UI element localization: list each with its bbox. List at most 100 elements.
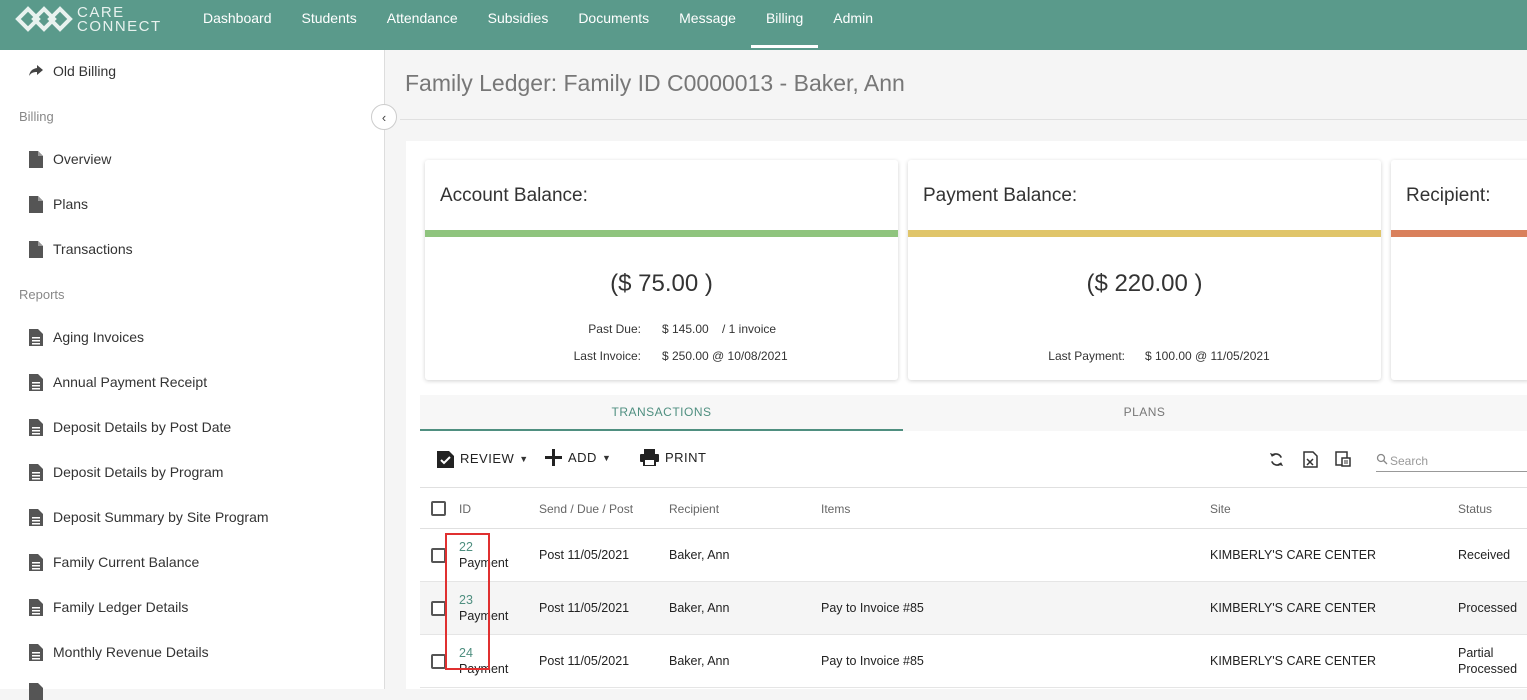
- nav-subsidies[interactable]: Subsidies: [473, 0, 564, 50]
- past-due-count: / 1 invoice: [722, 322, 777, 336]
- sidebar: Old Billing Billing Overview Plans Trans…: [0, 50, 385, 700]
- transaction-site: KIMBERLY'S CARE CENTER: [1210, 548, 1377, 562]
- sidebar-item-transactions[interactable]: Transactions: [27, 240, 133, 258]
- header-recipient[interactable]: Recipient: [669, 502, 719, 516]
- document-icon: [27, 418, 45, 436]
- document-icon: [27, 643, 45, 661]
- sidebar-item-label: Monthly Revenue Details: [53, 644, 209, 660]
- transaction-date: Post 11/05/2021: [539, 548, 630, 562]
- table-row[interactable]: 23 Payment Post 11/05/2021 Baker, Ann Pa…: [420, 582, 1527, 635]
- nav-message[interactable]: Message: [664, 0, 751, 50]
- transaction-items: Pay to Invoice #85: [821, 601, 924, 615]
- review-button[interactable]: REVIEW ▼: [437, 449, 529, 468]
- nav-billing[interactable]: Billing: [750, 0, 819, 50]
- column-chooser-icon[interactable]: [1334, 450, 1352, 468]
- card-accent-bar: [1391, 230, 1527, 237]
- refresh-icon[interactable]: [1267, 450, 1285, 468]
- transaction-site: KIMBERLY'S CARE CENTER: [1210, 601, 1377, 615]
- sidebar-item-deposit-details-post-date[interactable]: Deposit Details by Post Date: [27, 418, 231, 436]
- export-excel-icon[interactable]: [1301, 450, 1319, 468]
- chevron-left-icon: ‹: [381, 109, 387, 125]
- top-navbar: CARE CONNECT Dashboard Students Attendan…: [0, 0, 1527, 50]
- header-status[interactable]: Status: [1458, 502, 1492, 516]
- grid-header: ID Send / Due / Post Recipient Items Sit…: [420, 487, 1527, 529]
- sidebar-item-label: Annual Payment Receipt: [53, 374, 208, 390]
- tab-transactions[interactable]: TRANSACTIONS: [420, 395, 903, 431]
- sidebar-item-annual-payment-receipt[interactable]: Annual Payment Receipt: [27, 373, 207, 391]
- share-arrow-icon: [27, 62, 45, 80]
- sidebar-section-reports: Reports: [19, 287, 65, 302]
- past-due-label: Past Due:: [588, 322, 641, 336]
- main-nav: Dashboard Students Attendance Subsidies …: [188, 0, 888, 50]
- care-connect-logo[interactable]: CARE CONNECT: [14, 4, 164, 38]
- logo-mark-icon: [15, 6, 73, 32]
- last-invoice-value: $ 250.00 @ 10/08/2021: [662, 349, 788, 363]
- sidebar-item-label: Transactions: [53, 241, 133, 257]
- past-due-value: $ 145.00: [662, 322, 709, 336]
- table-row[interactable]: 24 Payment Post 11/05/2021 Baker, Ann Pa…: [420, 635, 1527, 688]
- sidebar-item-label: Deposit Details by Program: [53, 464, 224, 480]
- document-icon: [27, 682, 45, 700]
- collapse-sidebar-button[interactable]: ‹: [371, 104, 397, 130]
- account-balance-card: Account Balance: ($ 75.00 ) Past Due: $ …: [425, 160, 898, 380]
- transaction-date: Post 11/05/2021: [539, 601, 630, 615]
- nav-attendance[interactable]: Attendance: [372, 0, 473, 50]
- sidebar-item-old-billing[interactable]: Old Billing: [27, 62, 116, 80]
- search-placeholder: Search: [1390, 453, 1429, 468]
- sidebar-item-overview[interactable]: Overview: [27, 150, 111, 168]
- sidebar-item-label: Overview: [53, 151, 112, 167]
- sidebar-item-family-current-balance[interactable]: Family Current Balance: [27, 553, 199, 571]
- select-all-checkbox[interactable]: [431, 501, 446, 516]
- sidebar-item-monthly-revenue-details[interactable]: Monthly Revenue Details: [27, 643, 209, 661]
- sidebar-item-plans[interactable]: Plans: [27, 195, 88, 213]
- print-button[interactable]: PRINT: [640, 449, 707, 466]
- row-checkbox[interactable]: [431, 548, 446, 563]
- sidebar-item-label: Old Billing: [53, 63, 117, 79]
- table-row[interactable]: 22 Payment Post 11/05/2021 Baker, Ann KI…: [420, 529, 1527, 582]
- document-icon: [27, 553, 45, 571]
- document-icon: [27, 463, 45, 481]
- caret-down-icon: ▼: [601, 452, 612, 463]
- header-dates[interactable]: Send / Due / Post: [539, 502, 633, 516]
- add-button[interactable]: ADD ▼: [545, 449, 611, 466]
- sidebar-item-partial[interactable]: [27, 682, 53, 700]
- sidebar-item-family-ledger-details[interactable]: Family Ledger Details: [27, 598, 188, 616]
- sidebar-item-deposit-details-program[interactable]: Deposit Details by Program: [27, 463, 223, 481]
- card-title: Account Balance:: [440, 185, 588, 206]
- sidebar-item-label: Family Current Balance: [53, 554, 200, 570]
- plus-icon: [545, 449, 562, 466]
- search-icon: [1376, 452, 1388, 470]
- sidebar-item-label: Deposit Summary by Site Program: [53, 509, 269, 525]
- tab-plans[interactable]: PLANS: [903, 395, 1386, 431]
- nav-students[interactable]: Students: [287, 0, 372, 50]
- caret-down-icon: ▼: [519, 453, 529, 464]
- transaction-date: Post 11/05/2021: [539, 654, 630, 668]
- card-title: Recipient:: [1406, 185, 1491, 206]
- sidebar-item-aging-invoices[interactable]: Aging Invoices: [27, 328, 144, 346]
- transaction-recipient: Baker, Ann: [669, 654, 730, 668]
- search-field[interactable]: Search: [1376, 450, 1527, 472]
- document-icon: [27, 598, 45, 616]
- nav-admin[interactable]: Admin: [818, 0, 888, 50]
- transaction-recipient: Baker, Ann: [669, 548, 730, 562]
- nav-documents[interactable]: Documents: [563, 0, 664, 50]
- last-payment-value: $ 100.00 @ 11/05/2021: [1145, 349, 1270, 363]
- last-payment-label: Last Payment:: [1048, 349, 1125, 363]
- header-site[interactable]: Site: [1210, 502, 1231, 516]
- sidebar-item-deposit-summary-site-program[interactable]: Deposit Summary by Site Program: [27, 508, 269, 526]
- card-title: Payment Balance:: [923, 185, 1078, 206]
- transaction-status: Processed: [1458, 601, 1518, 615]
- sidebar-item-label: Deposit Details by Post Date: [53, 419, 232, 435]
- transaction-items: Pay to Invoice #85: [821, 654, 924, 668]
- row-checkbox[interactable]: [431, 654, 446, 669]
- review-document-icon: [437, 449, 454, 468]
- sidebar-section-billing: Billing: [19, 109, 54, 124]
- file-icon: [27, 195, 45, 213]
- transaction-status: Partial: [1458, 646, 1494, 660]
- header-id[interactable]: ID: [459, 502, 471, 516]
- id-column-highlight: [445, 533, 490, 670]
- sidebar-item-label: Family Ledger Details: [53, 599, 189, 615]
- header-items[interactable]: Items: [821, 502, 850, 516]
- row-checkbox[interactable]: [431, 601, 446, 616]
- nav-dashboard[interactable]: Dashboard: [188, 0, 287, 50]
